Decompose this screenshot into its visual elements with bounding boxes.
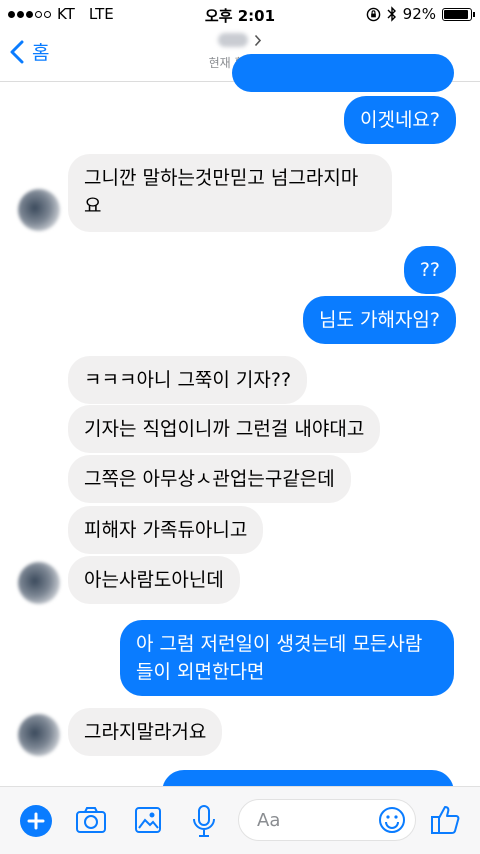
emoji-icon[interactable] <box>377 805 407 835</box>
message-text: 이겟네요? <box>359 109 440 131</box>
gallery-button[interactable] <box>132 803 164 841</box>
message-text: ㅋㅋㅋ아니 그쭉이 기자?? <box>84 369 292 391</box>
composer-toolbar: Aa <box>0 786 480 854</box>
message-bubble-incoming[interactable]: 아는사람도아닌데 <box>68 556 240 604</box>
message-text: ?? <box>419 259 440 281</box>
avatar[interactable] <box>18 189 60 231</box>
message-bubble-outgoing[interactable]: 이겟네요? <box>343 96 456 144</box>
message-bubble-incoming[interactable]: 기자는 직업이니까 그런걸 내야대고 <box>68 405 381 453</box>
message-text: 그라지말라거요 <box>84 721 207 743</box>
message-bubble-outgoing[interactable]: 님도 가해자임? <box>302 296 456 344</box>
message-text-line: 요 <box>84 195 102 217</box>
message-text-line: 그니깐 말하는것만믿고 넘그라지마 <box>84 167 359 189</box>
chevron-right-icon <box>254 34 262 46</box>
voice-button[interactable] <box>190 803 218 843</box>
microphone-icon <box>193 805 215 837</box>
add-button[interactable] <box>20 805 52 837</box>
message-text-line: 들이 외면한다면 <box>136 661 265 683</box>
camera-icon <box>76 807 106 833</box>
plus-icon <box>27 812 45 830</box>
bluetooth-icon <box>387 6 396 22</box>
image-icon <box>135 807 161 833</box>
message-bubble-outgoing[interactable]: ?? <box>403 246 456 294</box>
message-bubble-partial <box>232 54 454 92</box>
message-bubble-incoming[interactable]: 피해자 가족듀아니고 <box>68 506 264 554</box>
message-bubble-incoming[interactable]: 그라지말라거요 <box>68 708 223 756</box>
like-button[interactable] <box>428 803 462 841</box>
status-bar: KT LTE 오후 2:01 92% <box>0 0 480 28</box>
message-bubble-incoming[interactable]: ㅋㅋㅋ아니 그쭉이 기자?? <box>68 356 308 404</box>
message-input-placeholder: Aa <box>257 810 281 831</box>
message-text: 피해자 가족듀아니고 <box>84 519 248 541</box>
battery-percent: 92% <box>402 5 436 23</box>
message-text: 기자는 직업이니까 그런걸 내야대고 <box>84 418 365 440</box>
message-input[interactable]: Aa <box>238 799 416 841</box>
message-text: 아는사람도아닌데 <box>84 569 224 591</box>
message-text-line: 아 그럼 저런일이 생겻는데 모든사람 <box>136 633 423 655</box>
message-bubble-incoming[interactable]: 그쪽은 아무상ㅅ관업는구같은데 <box>68 455 351 503</box>
rotation-lock-icon <box>366 7 380 21</box>
message-text: 님도 가해자임? <box>318 309 440 331</box>
contact-name-blurred <box>218 33 248 47</box>
avatar[interactable] <box>18 562 60 604</box>
message-bubble-outgoing[interactable]: 아 그럼 저런일이 생겻는데 모든사람 들이 외면한다면 <box>120 620 454 696</box>
battery-icon <box>442 7 475 21</box>
status-right: 92% <box>366 5 475 23</box>
message-bubble-incoming[interactable]: 그니깐 말하는것만믿고 넘그라지마 요 <box>68 154 392 232</box>
thumbs-up-icon <box>431 806 460 834</box>
avatar[interactable] <box>18 714 60 756</box>
message-text: 그쪽은 아무상ㅅ관업는구같은데 <box>84 468 335 490</box>
camera-button[interactable] <box>74 803 108 841</box>
